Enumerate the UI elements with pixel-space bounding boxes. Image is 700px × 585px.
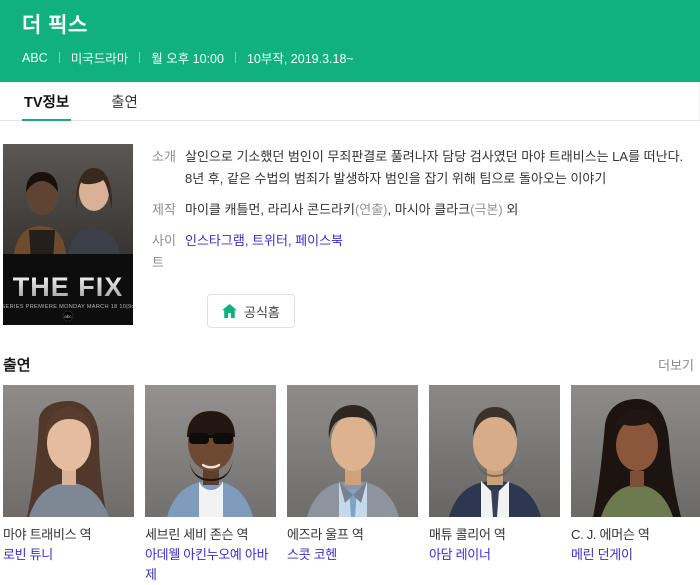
cast-role: 마야 트래비스 역: [3, 525, 134, 545]
info-section: THE FIX SERIES PREMIERE MONDAY MARCH 18 …: [0, 121, 700, 328]
poster-network-logo: abc: [64, 314, 72, 319]
cast-card: 매튜 콜리어 역 아담 레이너: [429, 385, 560, 585]
cast-role: 매튜 콜리어 역: [429, 525, 560, 545]
production-row: 제작 마이클 캐틀먼, 라리사 콘드라키(연출), 마시아 클라크(극본) 외: [152, 199, 685, 221]
production-names: 마이클 캐틀먼, 라리사 콘드라키: [185, 202, 355, 217]
cast-card: C. J. 에머슨 역 메린 던게이: [571, 385, 700, 585]
cast-role: C. J. 에머슨 역: [571, 525, 700, 545]
cast-card: 에즈라 울프 역 스콧 코헨: [287, 385, 418, 585]
cast-photo-wolf[interactable]: [287, 385, 418, 517]
meta-divider: [59, 52, 60, 63]
portrait-woman-dark-hair: [571, 385, 700, 517]
meta-episodes: 10부작, 2019.3.18~: [247, 48, 354, 67]
cast-actor-link[interactable]: 로빈 튜니: [3, 545, 134, 565]
poster-art: THE FIX SERIES PREMIERE MONDAY MARCH 18 …: [3, 144, 133, 325]
intro-label: 소개: [152, 146, 185, 190]
cast-section: 출연 더보기 마야 트래비스 역 로빈 튜니: [0, 354, 700, 585]
cast-actor-link[interactable]: 스콧 코헨: [287, 545, 418, 565]
instagram-link[interactable]: 인스타그램: [185, 233, 245, 248]
tab-tv-info[interactable]: TV정보: [22, 82, 71, 120]
site-row: 사이트 인스타그램, 트위터, 페이스북: [152, 230, 685, 274]
meta-genre: 미국드라마: [71, 48, 129, 67]
portrait-man-gray-suit: [287, 385, 418, 517]
portrait-man-navy-suit: [429, 385, 560, 517]
program-title: 더 픽스: [22, 13, 678, 39]
cast-more-link[interactable]: 더보기: [658, 355, 694, 374]
intro-text: 살인으로 기소했던 범인이 무죄판결로 풀려나자 담당 검사였던 마야 트래비스…: [185, 146, 685, 190]
cast-photo-maya[interactable]: [3, 385, 134, 517]
home-icon: [222, 304, 237, 318]
cast-role: 세브린 세비 존슨 역: [145, 525, 276, 545]
poster-image[interactable]: THE FIX SERIES PREMIERE MONDAY MARCH 18 …: [3, 144, 133, 325]
production-role-directing: (연출): [355, 202, 388, 217]
production-role-writing: (극본): [470, 202, 503, 217]
production-names-2: , 마시아 클라크: [388, 202, 471, 217]
facebook-link[interactable]: 페이스북: [295, 233, 343, 248]
intro-row: 소개 살인으로 기소했던 범인이 무죄판결로 풀려나자 담당 검사였던 마야 트…: [152, 146, 685, 190]
site-links: 인스타그램, 트위터, 페이스북: [185, 230, 685, 274]
official-home-button[interactable]: 공식홈: [207, 294, 295, 328]
cast-actor-link[interactable]: 아담 레이너: [429, 545, 560, 565]
meta-network: ABC: [22, 51, 48, 65]
cast-actor-link[interactable]: 아데웰 아킨누오예 아바제: [145, 545, 276, 585]
tab-bar: TV정보 출연: [0, 82, 700, 121]
meta-divider: [139, 52, 140, 63]
meta-divider: [235, 52, 236, 63]
site-label: 사이트: [152, 230, 185, 274]
production-etc: 외: [503, 202, 519, 217]
cast-card: 세브린 세비 존슨 역 아데웰 아킨누오예 아바제: [145, 385, 276, 585]
tab-cast[interactable]: 출연: [109, 82, 140, 120]
cast-photo-collier[interactable]: [429, 385, 560, 517]
cast-grid: 마야 트래비스 역 로빈 튜니: [3, 385, 697, 585]
link-separator: ,: [245, 233, 252, 248]
program-header: 더 픽스 ABC 미국드라마 월 오후 10:00 10부작, 2019.3.1…: [0, 0, 700, 82]
cast-photo-sevvy[interactable]: [145, 385, 276, 517]
official-home-label: 공식홈: [244, 302, 280, 321]
production-text: 마이클 캐틀먼, 라리사 콘드라키(연출), 마시아 클라크(극본) 외: [185, 199, 685, 221]
poster-title-text: THE FIX: [13, 272, 124, 302]
cast-card: 마야 트래비스 역 로빈 튜니: [3, 385, 134, 585]
cast-photo-emerson[interactable]: [571, 385, 700, 517]
cast-role: 에즈라 울프 역: [287, 525, 418, 545]
cast-section-title: 출연: [3, 354, 31, 375]
twitter-link[interactable]: 트위터: [252, 233, 288, 248]
production-label: 제작: [152, 199, 185, 221]
cast-actor-link[interactable]: 메린 던게이: [571, 545, 700, 565]
cast-header: 출연 더보기: [3, 354, 697, 375]
program-details: 소개 살인으로 기소했던 범인이 무죄판결로 풀려나자 담당 검사였던 마야 트…: [152, 144, 685, 328]
program-meta: ABC 미국드라마 월 오후 10:00 10부작, 2019.3.18~: [22, 48, 678, 67]
portrait-woman-brown-hair: [3, 385, 134, 517]
meta-airtime: 월 오후 10:00: [151, 48, 224, 67]
poster-premiere-text: SERIES PREMIERE MONDAY MARCH 18 10|9c: [3, 304, 133, 310]
portrait-man-sunglasses: [145, 385, 276, 517]
tv-info-page: 더 픽스 ABC 미국드라마 월 오후 10:00 10부작, 2019.3.1…: [0, 0, 700, 582]
